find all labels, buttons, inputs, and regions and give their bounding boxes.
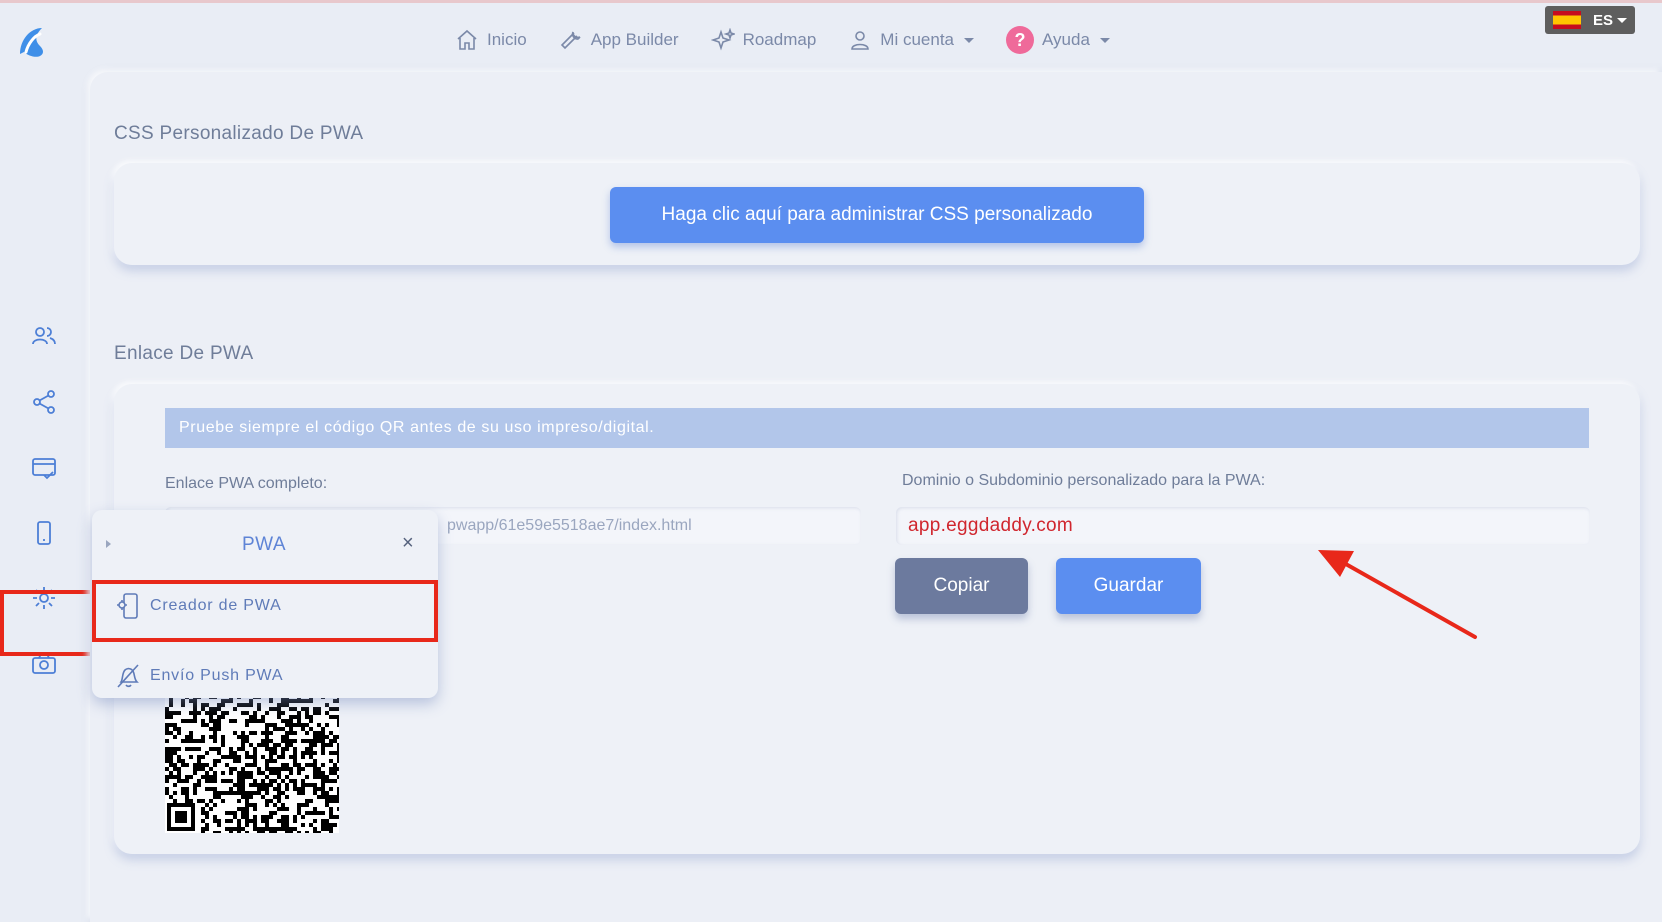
language-code: ES	[1593, 11, 1614, 29]
spain-flag-icon	[1553, 11, 1581, 29]
sparkle-icon	[710, 28, 735, 51]
top-border	[0, 0, 1662, 3]
copy-button[interactable]: Copiar	[895, 558, 1028, 614]
full-link-label: Enlace PWA completo:	[165, 475, 328, 492]
css-section-title: CSS Personalizado De PWA	[114, 123, 364, 144]
qr-warning-alert: Pruebe siempre el código QR antes de su …	[165, 408, 1589, 448]
annotation-arrow-icon	[1318, 550, 1477, 639]
sidebar-highlight-box	[0, 590, 96, 656]
qr-code[interactable]	[165, 695, 339, 833]
nav-app-builder[interactable]: App Builder	[559, 28, 679, 52]
popup-title: PWA	[242, 534, 287, 555]
link-section-title: Enlace De PWA	[114, 343, 254, 364]
save-button[interactable]: Guardar	[1056, 558, 1201, 614]
sidebar-item-pwa[interactable]	[26, 515, 62, 551]
share-icon	[33, 390, 55, 414]
language-selector[interactable]: ES	[1545, 6, 1635, 34]
home-icon	[457, 29, 477, 50]
menu-item-highlight-box	[92, 580, 438, 642]
sidebar-item-users[interactable]	[26, 318, 62, 354]
chevron-down-icon	[1099, 37, 1110, 43]
nav-roadmap-label: Roadmap	[742, 30, 817, 49]
top-navigation: Inicio App Builder Roadmap Mi cuenta ? A…	[455, 22, 1110, 58]
wrench-icon	[560, 31, 581, 50]
close-icon[interactable]: ×	[402, 532, 414, 555]
popup-pointer	[106, 540, 111, 548]
menu-item-pwa-push-label: Envío Push PWA	[150, 667, 284, 684]
user-icon	[851, 31, 870, 50]
app-logo[interactable]	[14, 22, 54, 62]
sidebar-item-payments[interactable]	[26, 450, 62, 486]
nav-ayuda[interactable]: ? Ayuda	[1006, 26, 1110, 54]
payment-card-icon	[32, 458, 56, 480]
domain-field[interactable]: app.eggdaddy.com	[896, 507, 1590, 545]
manage-css-button[interactable]: Haga clic aquí para administrar CSS pers…	[610, 187, 1144, 243]
bell-icon	[117, 664, 139, 688]
domain-value: app.eggdaddy.com	[908, 515, 1074, 536]
nav-ayuda-label: Ayuda	[1042, 30, 1090, 49]
nav-roadmap[interactable]: Roadmap	[710, 28, 817, 52]
domain-label: Dominio o Subdominio personalizado para …	[902, 472, 1266, 489]
mobile-phone-icon	[37, 521, 51, 545]
nav-mi-cuenta[interactable]: Mi cuenta	[848, 28, 974, 52]
chevron-down-icon	[1617, 17, 1628, 23]
sidebar	[0, 80, 96, 922]
menu-item-pwa-push[interactable]: Envío Push PWA	[116, 663, 283, 689]
nav-inicio[interactable]: Inicio	[455, 28, 527, 52]
help-icon: ?	[1006, 26, 1034, 54]
nav-inicio-label: Inicio	[487, 30, 527, 49]
nav-app-builder-label: App Builder	[590, 30, 679, 49]
users-icon	[32, 327, 56, 345]
sidebar-item-share[interactable]	[26, 384, 62, 420]
chevron-down-icon	[964, 37, 974, 43]
nav-mi-cuenta-label: Mi cuenta	[880, 30, 954, 49]
